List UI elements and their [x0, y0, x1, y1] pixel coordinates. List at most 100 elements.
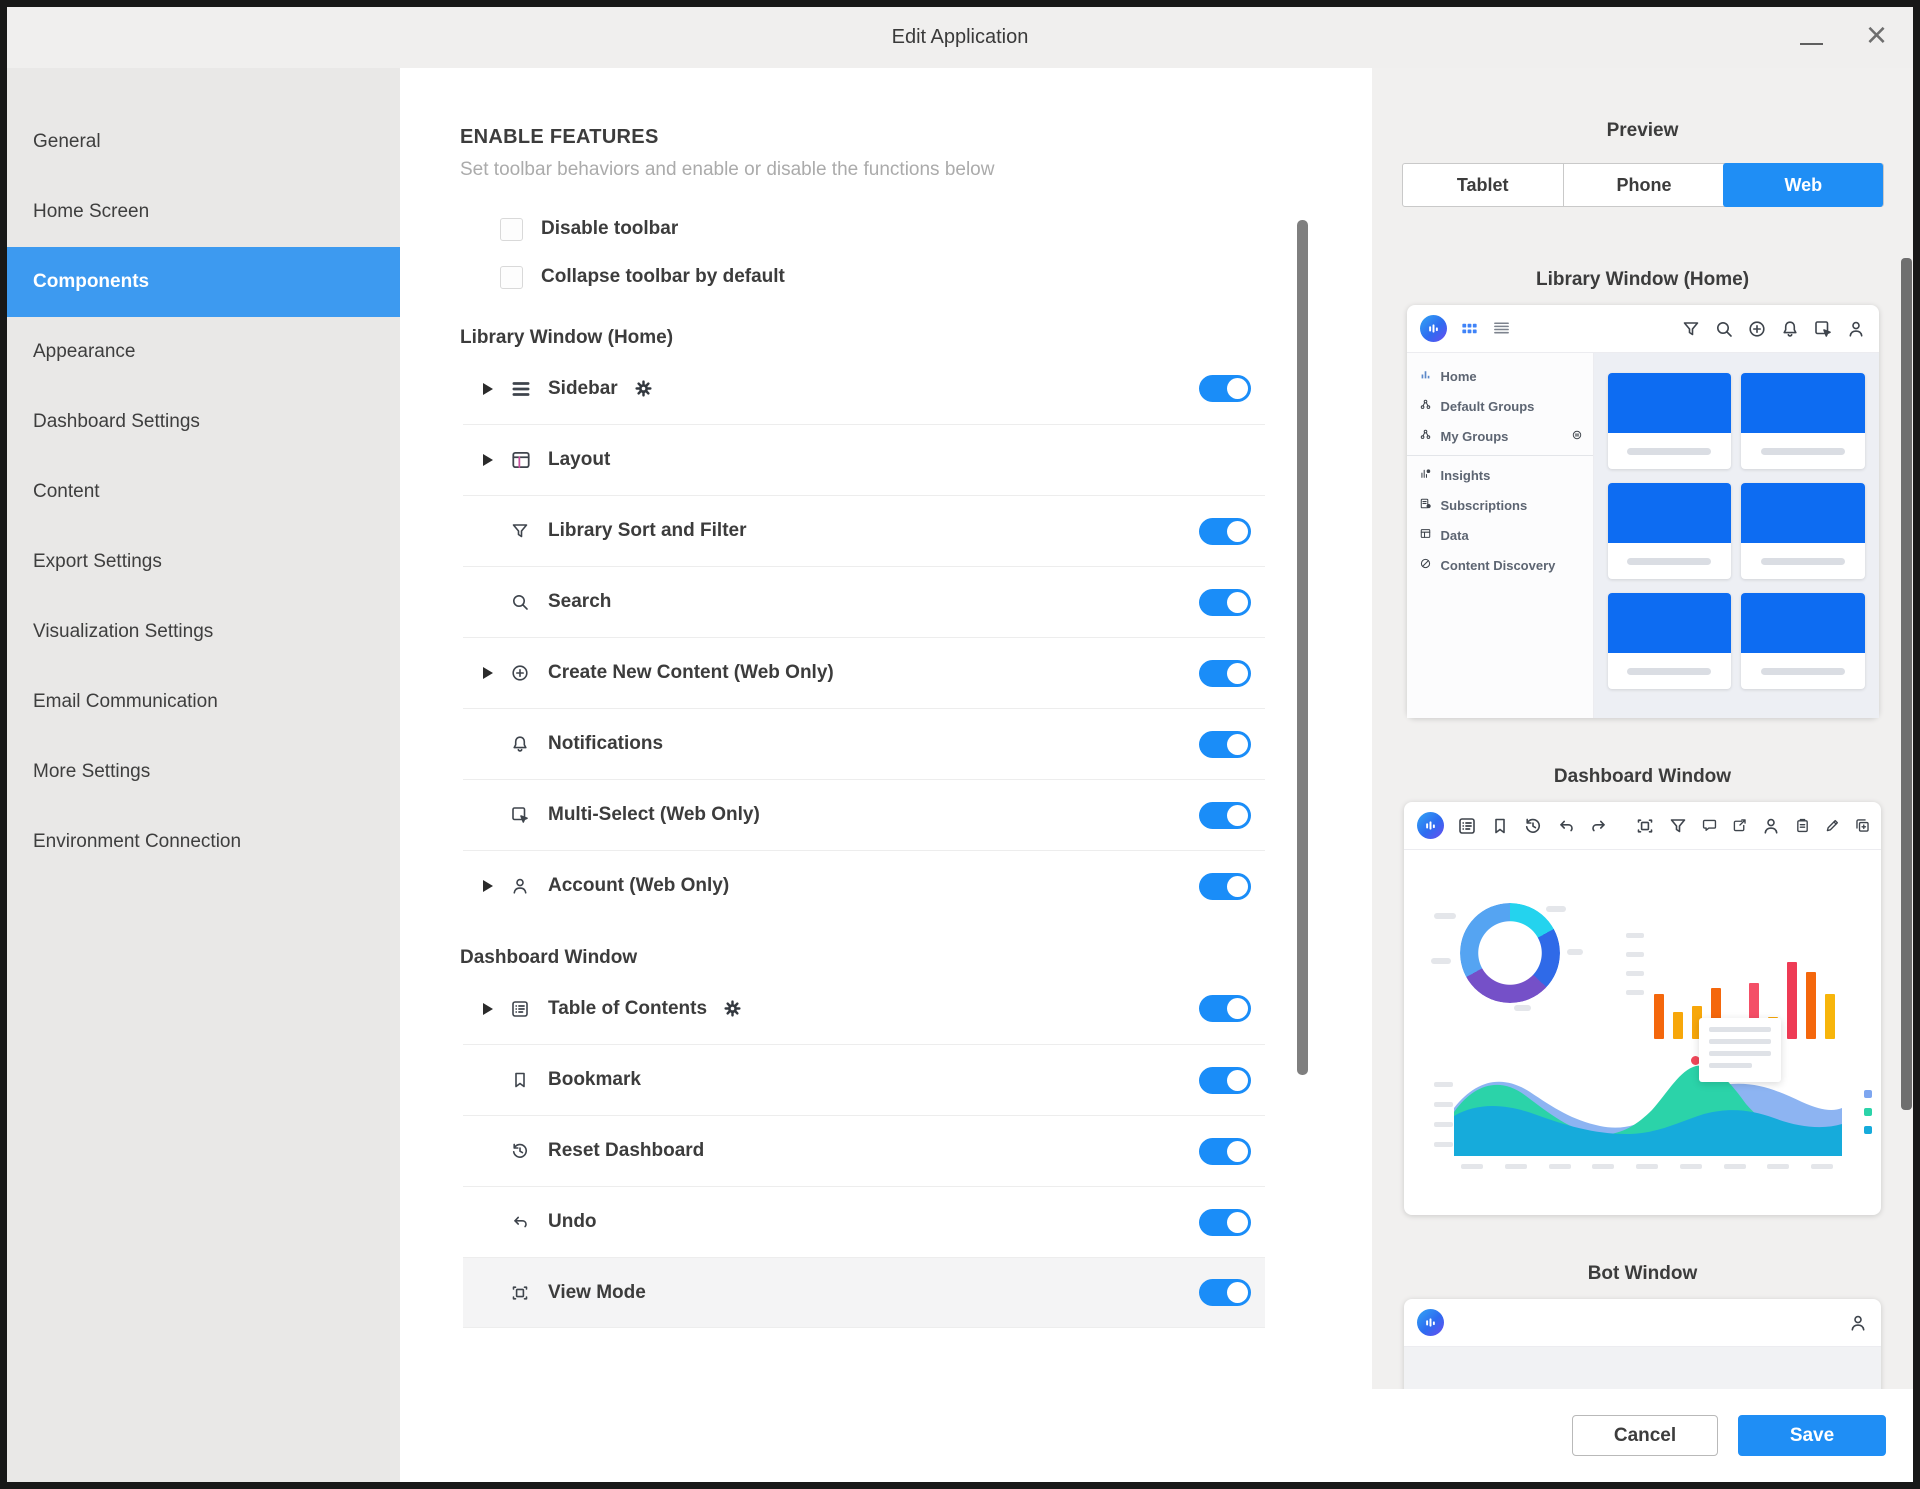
tab-tablet[interactable]: Tablet [1403, 164, 1563, 206]
toggle-switch-on[interactable] [1199, 802, 1251, 829]
window-scrollbar[interactable] [1901, 258, 1912, 1110]
content-tile [1741, 373, 1865, 469]
close-icon[interactable]: × [1866, 13, 1887, 57]
toggle-switch-on[interactable] [1199, 375, 1251, 402]
plus-circle-icon [510, 663, 548, 683]
feature-label: Sidebar [548, 378, 618, 400]
toggle-switch-on[interactable] [1199, 1138, 1251, 1165]
feature-row-library-sort-and-filter[interactable]: Library Sort and Filter [463, 495, 1265, 566]
feature-row-reset-dashboard[interactable]: Reset Dashboard [463, 1115, 1265, 1186]
expand-caret-icon[interactable] [483, 383, 510, 395]
preview-panel: Preview TabletPhoneWeb Library Window (H… [1372, 68, 1913, 1389]
gear-icon[interactable] [723, 999, 742, 1018]
toggle-switch-on[interactable] [1199, 1279, 1251, 1306]
features-panel: ENABLE FEATURES Set toolbar behaviors an… [400, 68, 1372, 1389]
toggle-switch-on[interactable] [1199, 1209, 1251, 1236]
expand-caret-icon[interactable] [483, 1003, 510, 1015]
sidebar-item-label: Home Screen [33, 201, 149, 223]
checkbox-row-collapse-toolbar-by-default[interactable]: Collapse toolbar by default [500, 253, 1372, 301]
feature-row-view-mode[interactable]: View Mode [463, 1257, 1265, 1328]
preview-device-tabs: TabletPhoneWeb [1402, 163, 1884, 207]
sidebar-item-dashboard-settings[interactable]: Dashboard Settings [7, 387, 400, 457]
sidebar-item-general[interactable]: General [7, 107, 400, 177]
sidebar-item-export-settings[interactable]: Export Settings [7, 527, 400, 597]
feature-row-search[interactable]: Search [463, 566, 1265, 637]
tab-phone[interactable]: Phone [1563, 164, 1724, 206]
sidebar-item-visualization-settings[interactable]: Visualization Settings [7, 597, 400, 667]
minimize-icon[interactable] [1800, 43, 1823, 45]
multi-select-icon [1813, 319, 1833, 339]
library-preview-toolbar [1407, 305, 1879, 353]
library-sidebar-item-content-discovery: Content Discovery [1407, 550, 1593, 580]
content-scrollbar[interactable] [1297, 220, 1308, 1075]
library-window-preview: HomeDefault GroupsMy GroupsInsightsSubsc… [1407, 305, 1879, 718]
app-logo-icon [1420, 315, 1447, 342]
library-preview-grid [1594, 353, 1879, 718]
feature-row-bookmark[interactable]: Bookmark [463, 1044, 1265, 1115]
toggle-switch-on[interactable] [1199, 518, 1251, 545]
toggle-switch-on[interactable] [1199, 1067, 1251, 1094]
library-sidebar-label: Insights [1441, 468, 1491, 483]
toggle-switch-on[interactable] [1199, 660, 1251, 687]
feature-label: Multi-Select (Web Only) [548, 804, 760, 826]
groups-icon [1419, 398, 1432, 414]
feature-row-multi-select-web-only[interactable]: Multi-Select (Web Only) [463, 779, 1265, 850]
feature-row-create-new-content-web-only[interactable]: Create New Content (Web Only) [463, 637, 1265, 708]
tile-thumbnail [1741, 483, 1865, 543]
expand-caret-icon[interactable] [483, 880, 510, 892]
feature-row-layout[interactable]: Layout [463, 424, 1265, 495]
sidebar-item-more-settings[interactable]: More Settings [7, 737, 400, 807]
toggle-switch-on[interactable] [1199, 873, 1251, 900]
library-sidebar-label: Data [1441, 528, 1469, 543]
sidebar-divider [1407, 455, 1593, 456]
feature-row-account-web-only[interactable]: Account (Web Only) [463, 850, 1265, 921]
tab-web[interactable]: Web [1723, 163, 1883, 207]
sidebar-item-environment-connection[interactable]: Environment Connection [7, 807, 400, 877]
sidebar-item-label: Email Communication [33, 691, 218, 713]
sidebar-menu-icon [510, 378, 548, 400]
checkbox-unchecked[interactable] [500, 266, 523, 289]
tile-thumbnail [1608, 373, 1732, 433]
tile-caption [1741, 653, 1865, 689]
save-button[interactable]: Save [1738, 1415, 1886, 1456]
feature-row-undo[interactable]: Undo [463, 1186, 1265, 1257]
toggle-switch-on[interactable] [1199, 589, 1251, 616]
content-tile [1741, 593, 1865, 689]
undo-icon [1556, 816, 1576, 836]
sidebar-item-home-screen[interactable]: Home Screen [7, 177, 400, 247]
sidebar-item-components[interactable]: Components [7, 247, 400, 317]
sidebar-item-label: Visualization Settings [33, 621, 213, 643]
history-icon [1523, 816, 1543, 836]
feature-label: Reset Dashboard [548, 1140, 704, 1162]
feature-row-table-of-contents[interactable]: Table of Contents [463, 973, 1265, 1044]
sidebar-item-email-communication[interactable]: Email Communication [7, 667, 400, 737]
expand-caret-icon[interactable] [483, 667, 510, 679]
feature-row-sidebar[interactable]: Sidebar [463, 353, 1265, 424]
gear-icon[interactable] [634, 379, 653, 398]
subscriptions-icon [1419, 497, 1432, 513]
preview-section-title-library: Library Window (Home) [1372, 269, 1913, 291]
checkbox-row-disable-toolbar[interactable]: Disable toolbar [500, 205, 1372, 253]
dialog-title: Edit Application [892, 26, 1029, 49]
tile-caption [1741, 543, 1865, 579]
bell-icon [1780, 319, 1800, 339]
sidebar-item-appearance[interactable]: Appearance [7, 317, 400, 387]
bar-chart-yticks [1626, 933, 1644, 995]
tile-caption-line [1627, 558, 1711, 565]
tile-caption [1741, 433, 1865, 469]
toggle-switch-on[interactable] [1199, 995, 1251, 1022]
donut-label-dash [1514, 1005, 1531, 1011]
feature-label: Library Sort and Filter [548, 520, 746, 542]
area-chart-yticks [1434, 1082, 1453, 1147]
cancel-button[interactable]: Cancel [1572, 1415, 1718, 1456]
bar [1787, 962, 1797, 1039]
feature-row-notifications[interactable]: Notifications [463, 708, 1265, 779]
expand-caret-icon[interactable] [483, 454, 510, 466]
sidebar-item-content[interactable]: Content [7, 457, 400, 527]
library-sidebar-label: Default Groups [1441, 399, 1535, 414]
bar [1654, 994, 1664, 1039]
toggle-switch-on[interactable] [1199, 731, 1251, 758]
comment-icon [1701, 817, 1718, 834]
copy-plus-icon [1854, 817, 1871, 834]
checkbox-unchecked[interactable] [500, 218, 523, 241]
